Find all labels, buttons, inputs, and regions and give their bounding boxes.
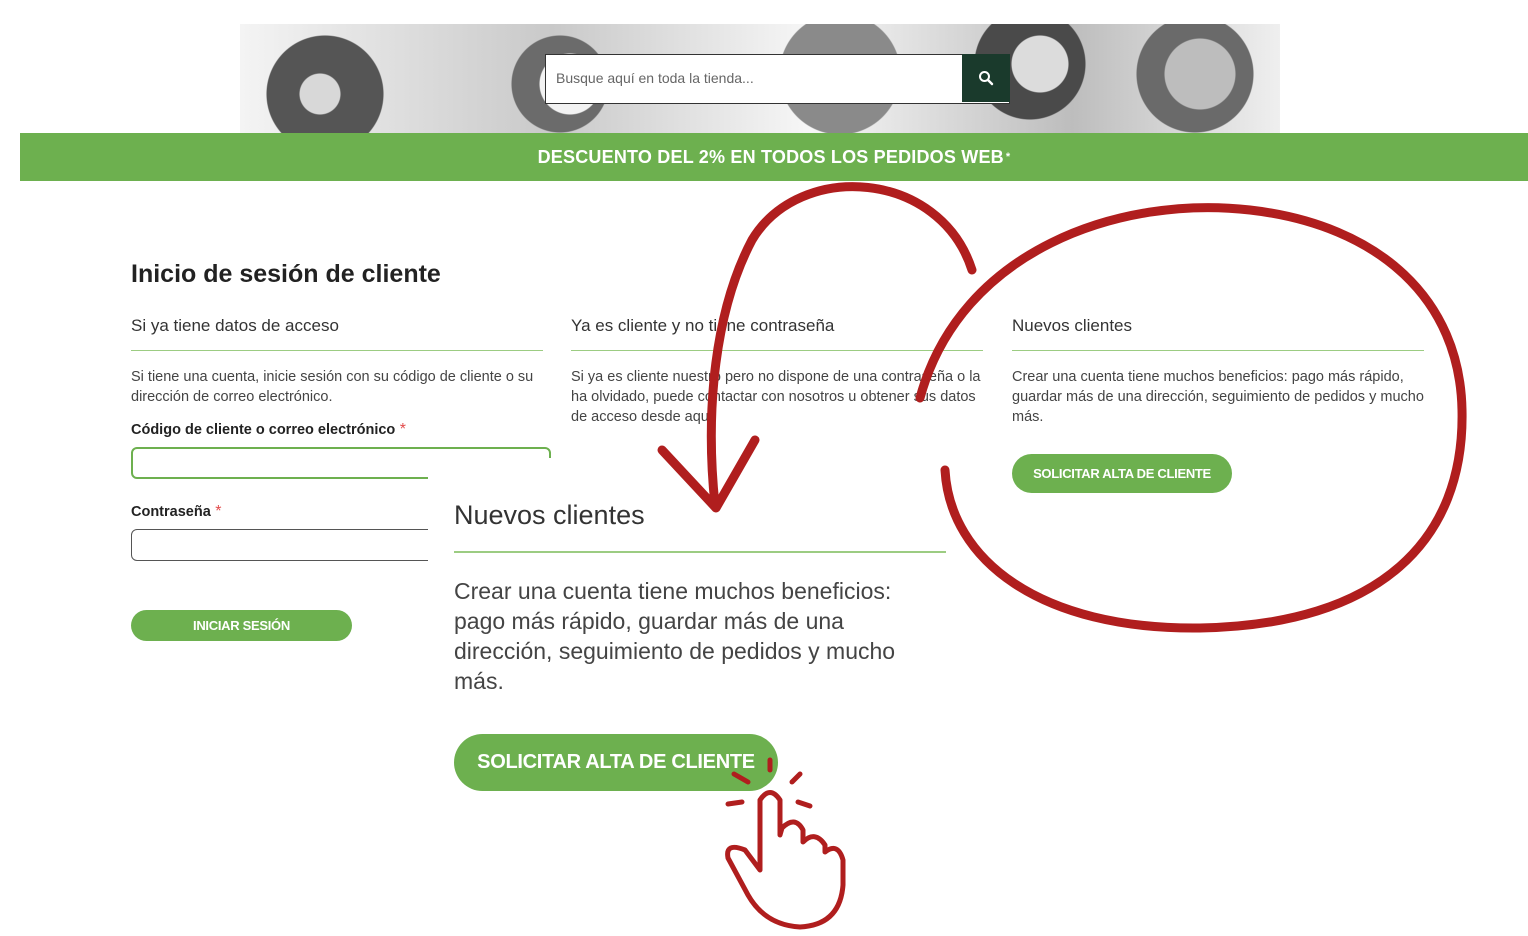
login-button[interactable]: INICIAR SESIÓN [131,610,352,641]
request-registration-button[interactable]: SOLICITAR ALTA DE CLIENTE [1012,454,1232,493]
new-customers-description: Crear una cuenta tiene muchos beneficios… [1012,369,1424,425]
search-button[interactable] [962,54,1010,102]
new-customers-section: Nuevos clientes Crear una cuenta tiene m… [1012,316,1424,427]
password-field-label: Contraseña [131,504,211,520]
search-bar [545,54,1010,104]
zoom-request-registration-label: SOLICITAR ALTA DE CLIENTE [477,751,755,773]
request-registration-label: SOLICITAR ALTA DE CLIENTE [1033,466,1211,481]
login-button-label: INICIAR SESIÓN [193,618,290,633]
new-customers-heading: Nuevos clientes [1012,316,1424,351]
user-field-label: Código de cliente o correo electrónico [131,422,396,438]
existing-login-description: Si tiene una cuenta, inicie sesión con s… [131,369,534,405]
promo-footnote-mark: * [1005,151,1011,163]
zoom-callout: Nuevos clientes Crear una cuenta tiene m… [428,458,948,878]
promo-banner: DESCUENTO DEL 2% EN TODOS LOS PEDIDOS WE… [20,133,1528,181]
required-mark: * [215,503,222,520]
no-password-description: Si ya es cliente nuestro pero no dispone… [571,369,981,425]
promo-text: DESCUENTO DEL 2% EN TODOS LOS PEDIDOS WE… [537,146,1004,167]
search-icon [979,71,994,86]
page-title: Inicio de sesión de cliente [131,260,441,288]
zoom-heading: Nuevos clientes [454,500,946,553]
no-password-section: Ya es cliente y no tiene contraseña Si y… [571,316,983,427]
search-input[interactable] [546,55,962,101]
zoom-request-registration-button[interactable]: SOLICITAR ALTA DE CLIENTE [454,734,778,791]
zoom-description: Crear una cuenta tiene muchos beneficios… [454,578,896,694]
no-password-heading: Ya es cliente y no tiene contraseña [571,316,983,351]
existing-login-heading: Si ya tiene datos de acceso [131,316,543,351]
required-mark: * [399,421,406,438]
